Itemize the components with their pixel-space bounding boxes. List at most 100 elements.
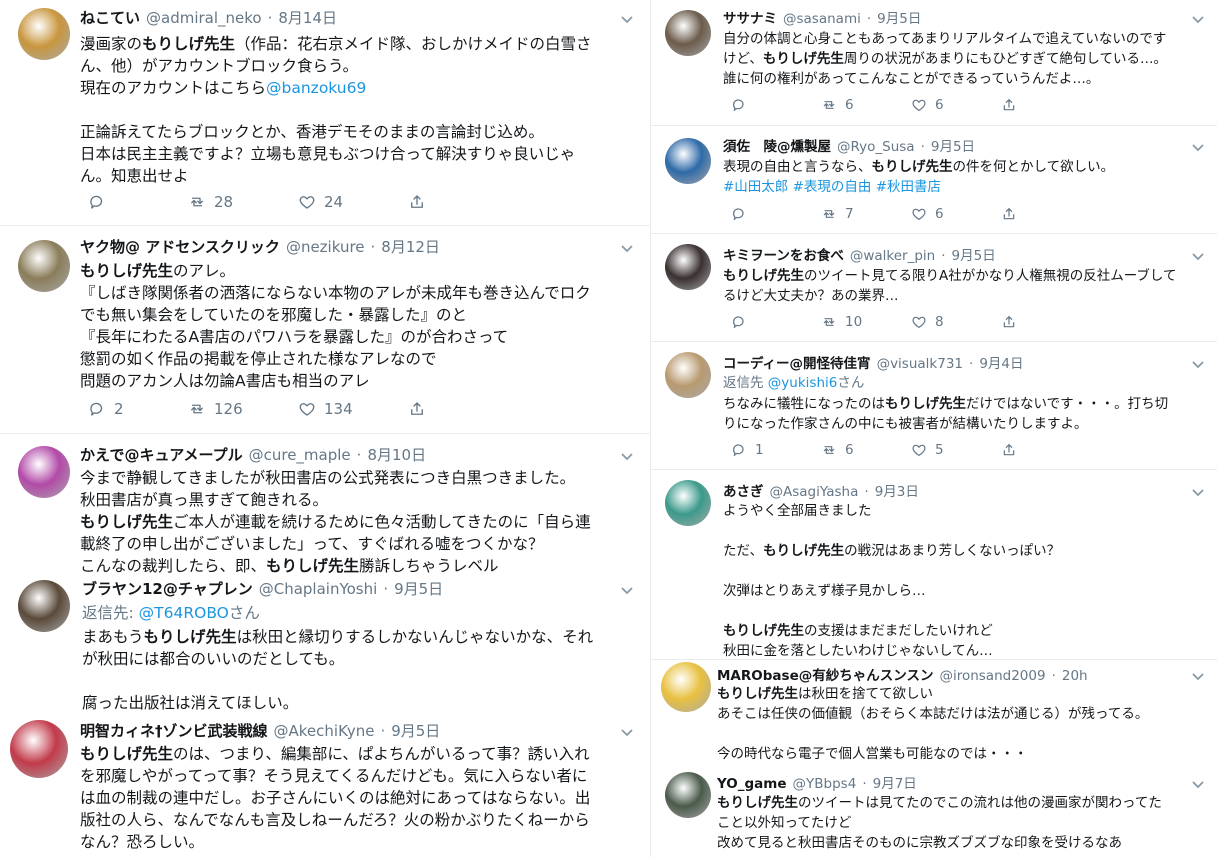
display-name[interactable]: 明智カィネ†ゾンビ武装戦線 bbox=[80, 720, 268, 741]
display-name[interactable]: MARObase@有紗ちゃんスンスン bbox=[717, 664, 933, 684]
retweet-button[interactable]: 6 bbox=[813, 442, 854, 458]
like-button[interactable]: 6 bbox=[903, 206, 944, 222]
reply-button[interactable] bbox=[723, 314, 747, 330]
user-handle[interactable]: @nezikure bbox=[286, 238, 365, 256]
share-button[interactable] bbox=[993, 97, 1017, 113]
display-name[interactable]: あさぎ bbox=[723, 480, 764, 500]
avatar[interactable] bbox=[10, 720, 68, 778]
display-name[interactable]: ブラヤン12@チャプレン bbox=[82, 579, 253, 599]
like-button[interactable]: 134 bbox=[290, 400, 353, 418]
avatar[interactable] bbox=[18, 446, 70, 498]
mention-link[interactable]: @banzoku69 bbox=[266, 79, 366, 97]
tweet-card[interactable]: ヤク物@ アドセンスクリック @nezikure · 8月12日 もりしげ先生のアレ。『… bbox=[0, 226, 650, 434]
right-timeline[interactable]: ササナミ @sasanami · 9月5日 自分の体調と心身こともあってあまりリアルタイ… bbox=[650, 0, 1217, 857]
retweet-button[interactable]: 28 bbox=[180, 193, 233, 211]
timestamp[interactable]: 8月12日 bbox=[381, 236, 440, 257]
tweet-card[interactable]: ねこてい @admiral_neko · 8月14日 漫画家のもりしげ先生（作品：花右京… bbox=[0, 0, 650, 226]
avatar[interactable] bbox=[665, 244, 711, 290]
tweet-card[interactable]: コーディー@開怪待佳宵 @visualk731 · 9月4日 返信先 @yukishi6… bbox=[651, 342, 1217, 470]
avatar[interactable] bbox=[661, 662, 711, 712]
reply-button[interactable] bbox=[80, 193, 106, 211]
chevron-down-icon[interactable] bbox=[620, 722, 634, 741]
display-name[interactable]: ササナミ bbox=[723, 7, 777, 27]
share-button[interactable] bbox=[993, 314, 1017, 330]
avatar[interactable] bbox=[665, 480, 711, 526]
tweet-card[interactable]: YO_game @YBbps4 · 9月7日 もりしげ先生のツイートは見てたのでこの流れ… bbox=[651, 768, 1217, 857]
display-name[interactable]: かえで@キュアメープル bbox=[80, 444, 243, 465]
tweet-card[interactable]: あさぎ @AsagiYasha · 9月3日 ようやく全部届きました ただ、もりしげ先生… bbox=[651, 470, 1217, 660]
user-handle[interactable]: @walker_pin bbox=[850, 248, 935, 264]
retweet-button[interactable]: 7 bbox=[813, 206, 854, 222]
avatar[interactable] bbox=[18, 580, 70, 632]
timestamp[interactable]: 9月7日 bbox=[873, 772, 917, 792]
user-handle[interactable]: @AsagiYasha bbox=[770, 484, 859, 500]
display-name[interactable]: YO_game bbox=[717, 776, 787, 792]
timestamp[interactable]: 9月5日 bbox=[931, 135, 975, 155]
user-handle[interactable]: @ironsand2009 bbox=[939, 668, 1045, 684]
display-name[interactable]: ヤク物@ アドセンスクリック bbox=[80, 236, 280, 257]
display-name[interactable]: キミヲーンをお食べ bbox=[723, 244, 844, 264]
chevron-down-icon[interactable] bbox=[620, 580, 634, 599]
retweet-button[interactable]: 126 bbox=[180, 400, 243, 418]
user-handle[interactable]: @admiral_neko bbox=[146, 9, 262, 27]
chevron-down-icon[interactable] bbox=[1191, 774, 1205, 793]
timestamp[interactable]: 9月4日 bbox=[979, 352, 1023, 372]
hashtag-link[interactable]: #表現の自由 bbox=[793, 179, 872, 195]
user-handle[interactable]: @YBbps4 bbox=[793, 776, 857, 792]
replying-mention[interactable]: @T64ROBO bbox=[139, 604, 229, 622]
chevron-down-icon[interactable] bbox=[1191, 137, 1205, 156]
display-name[interactable]: 須佐 陵@燻製屋 bbox=[723, 135, 831, 155]
avatar[interactable] bbox=[18, 240, 70, 292]
reply-button[interactable] bbox=[723, 206, 747, 222]
hashtag-link[interactable]: #山田太郎 bbox=[723, 179, 788, 195]
share-button[interactable] bbox=[400, 400, 426, 418]
share-button[interactable] bbox=[993, 206, 1017, 222]
user-handle[interactable]: @visualk731 bbox=[877, 356, 963, 372]
like-button[interactable]: 6 bbox=[903, 97, 944, 113]
replying-mention[interactable]: @yukishi6 bbox=[768, 375, 838, 391]
reply-button[interactable]: 2 bbox=[80, 400, 124, 418]
retweet-button[interactable]: 6 bbox=[813, 97, 854, 113]
chevron-down-icon[interactable] bbox=[620, 238, 634, 257]
chevron-down-icon[interactable] bbox=[620, 9, 634, 28]
user-handle[interactable]: @Ryo_Susa bbox=[837, 139, 915, 155]
avatar[interactable] bbox=[18, 8, 70, 60]
timestamp[interactable]: 9月5日 bbox=[952, 244, 996, 264]
timestamp[interactable]: 8月14日 bbox=[278, 7, 337, 28]
reply-button[interactable] bbox=[723, 97, 747, 113]
avatar[interactable] bbox=[665, 10, 711, 56]
tweet-card[interactable]: MARObase@有紗ちゃんスンスン @ironsand2009 · 20h もりしげ先… bbox=[651, 660, 1217, 768]
timestamp[interactable]: 20h bbox=[1062, 668, 1088, 684]
chevron-down-icon[interactable] bbox=[620, 446, 634, 465]
timestamp[interactable]: 9月5日 bbox=[877, 7, 921, 27]
tweet-card[interactable]: 須佐 陵@燻製屋 @Ryo_Susa · 9月5日 表現の自由と言うなら、もりしげ先生の… bbox=[651, 126, 1217, 234]
hashtag-link[interactable]: #秋田書店 bbox=[876, 179, 941, 195]
chevron-down-icon[interactable] bbox=[1191, 482, 1205, 501]
share-button[interactable] bbox=[400, 193, 426, 211]
timestamp[interactable]: 9月5日 bbox=[391, 720, 440, 741]
tweet-card[interactable]: 明智カィネ†ゾンビ武装戦線 @AkechiKyne · 9月5日 もりしげ先生のは、つま… bbox=[0, 713, 650, 857]
tweet-card[interactable]: かえで@キュアメープル @cure_maple · 8月10日 今まで静観してきましたが… bbox=[0, 434, 650, 579]
like-button[interactable]: 8 bbox=[903, 314, 944, 330]
timestamp[interactable]: 9月3日 bbox=[875, 480, 919, 500]
tweet-card[interactable]: ササナミ @sasanami · 9月5日 自分の体調と心身こともあってあまりリアルタイ… bbox=[651, 0, 1217, 126]
like-button[interactable]: 24 bbox=[290, 193, 343, 211]
avatar[interactable] bbox=[665, 352, 711, 398]
user-handle[interactable]: @sasanami bbox=[783, 11, 861, 27]
share-button[interactable] bbox=[993, 442, 1017, 458]
timestamp[interactable]: 9月5日 bbox=[394, 579, 443, 599]
user-handle[interactable]: @cure_maple bbox=[249, 446, 351, 464]
tweet-card[interactable]: キミヲーンをお食べ @walker_pin · 9月5日 もりしげ先生のツイート見てる限… bbox=[651, 234, 1217, 342]
timestamp[interactable]: 8月10日 bbox=[367, 444, 426, 465]
chevron-down-icon[interactable] bbox=[1191, 9, 1205, 28]
retweet-button[interactable]: 10 bbox=[813, 314, 862, 330]
chevron-down-icon[interactable] bbox=[1191, 666, 1205, 685]
reply-button[interactable]: 1 bbox=[723, 442, 764, 458]
display-name[interactable]: ねこてい bbox=[80, 7, 140, 28]
user-handle[interactable]: @ChaplainYoshi bbox=[259, 580, 378, 598]
tweet-card[interactable]: ブラヤン12@チャプレン @ChaplainYoshi · 9月5日 返信先: @T64… bbox=[0, 579, 650, 713]
user-handle[interactable]: @AkechiKyne bbox=[274, 722, 375, 740]
chevron-down-icon[interactable] bbox=[1191, 354, 1205, 373]
avatar[interactable] bbox=[665, 772, 711, 818]
avatar[interactable] bbox=[665, 138, 711, 184]
